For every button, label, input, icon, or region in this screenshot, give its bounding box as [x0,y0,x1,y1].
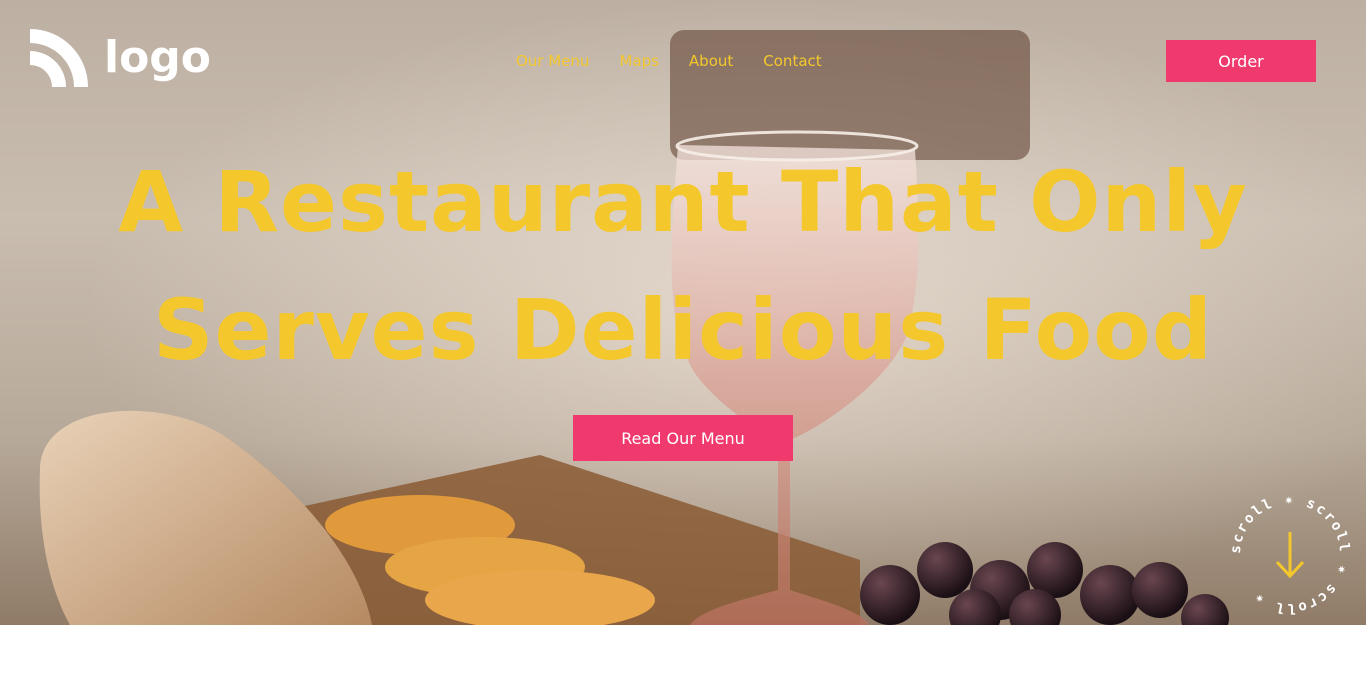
hero-headline-line-1: A Restaurant That Only [118,153,1248,251]
scroll-badge[interactable]: scroll ✷ scroll ✷ scroll ✷ [1226,490,1354,618]
wifi-logo-icon [30,29,88,87]
order-button[interactable]: Order [1166,40,1316,82]
main-nav: Our Menu Maps About Contact [516,52,852,70]
scroll-badge-graphic: scroll ✷ scroll ✷ scroll ✷ [1228,492,1350,616]
read-our-menu-button[interactable]: Read Our Menu [573,415,793,461]
arrow-down-icon [1275,532,1305,579]
hero-section: logo Our Menu Maps About Contact Order A… [0,0,1366,625]
hero-headline-line-2: Serves Delicious Food [152,281,1213,379]
logo-text: logo [104,32,212,83]
nav-link-our-menu[interactable]: Our Menu [516,52,589,70]
site-header: logo Our Menu Maps About Contact Order [0,0,1366,120]
nav-link-about[interactable]: About [689,52,733,70]
nav-link-maps[interactable]: Maps [619,52,658,70]
nav-link-contact[interactable]: Contact [763,52,821,70]
logo[interactable]: logo [30,28,211,88]
hero-headline: A Restaurant That Only Serves Delicious … [0,138,1366,394]
